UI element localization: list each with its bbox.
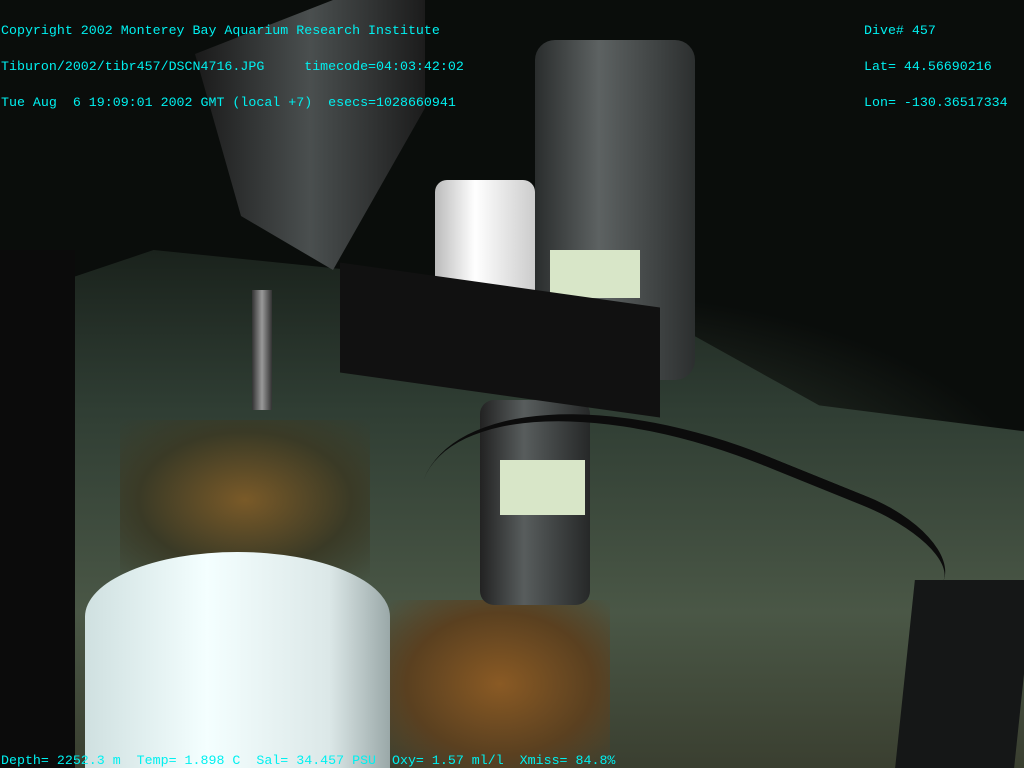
overlay-top-left: Copyright 2002 Monterey Bay Aquarium Res…: [1, 1, 464, 133]
underwater-photo: Copyright 2002 Monterey Bay Aquarium Res…: [0, 0, 1024, 768]
white-sample-container: [85, 552, 390, 768]
datetime-esecs-text: Tue Aug 6 19:09:01 2002 GMT (local +7) e…: [1, 95, 456, 110]
dive-number: Dive# 457: [864, 23, 936, 38]
sensor-readout: Depth= 2252.3 m Temp= 1.898 C Sal= 34.45…: [1, 753, 616, 768]
vehicle-frame-left: [0, 250, 75, 768]
overlay-top-right: Dive# 457 Lat= 44.56690216 Lon= -130.365…: [864, 1, 1008, 133]
longitude: Lon= -130.36517334: [864, 95, 1008, 110]
latitude: Lat= 44.56690216: [864, 59, 992, 74]
probe-rod: [252, 290, 272, 410]
vehicle-frame-right: [895, 580, 1024, 768]
file-timecode-text: Tiburon/2002/tibr457/DSCN4716.JPG timeco…: [1, 59, 464, 74]
label-band: [550, 250, 640, 298]
copyright-text: Copyright 2002 Monterey Bay Aquarium Res…: [1, 23, 440, 38]
